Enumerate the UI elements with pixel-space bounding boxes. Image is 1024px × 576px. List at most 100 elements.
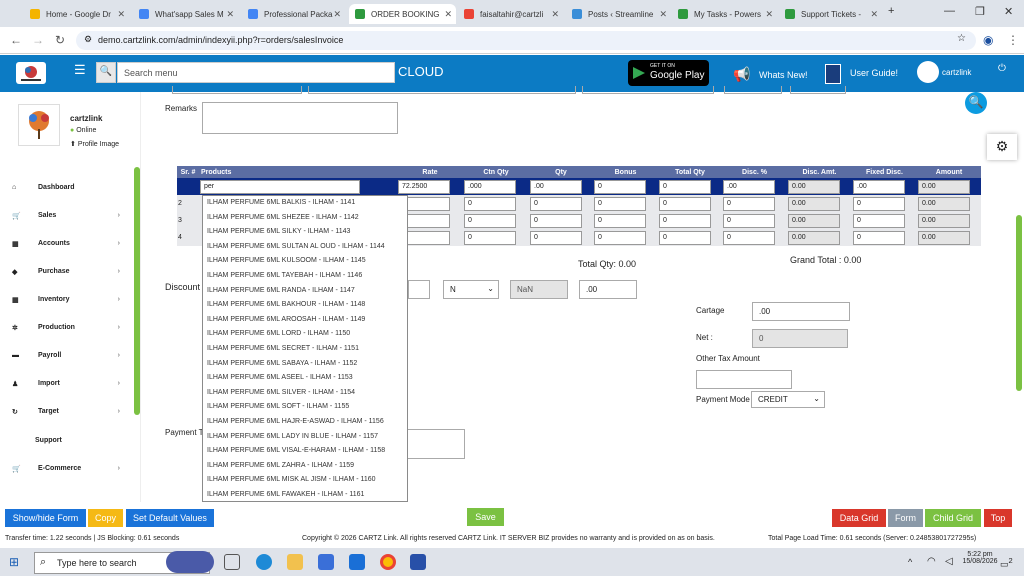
total-qty-input[interactable]: 0	[659, 213, 711, 228]
close-icon[interactable]: ✕	[765, 9, 773, 20]
cartage-field[interactable]: .00	[752, 302, 850, 321]
total-qty-input[interactable]: 0	[659, 179, 711, 194]
autocomplete-item[interactable]: ILHAM PERFUME 6ML FAWAKEH - ILHAM - 1161	[203, 488, 407, 501]
page-scrollbar[interactable]	[1016, 215, 1022, 391]
sidebar-item-payroll[interactable]: ▬ Payroll ›	[12, 352, 120, 359]
ctn-qty-input[interactable]: 0	[464, 196, 516, 211]
minimize-button[interactable]: —	[944, 5, 955, 17]
disc-pct-input[interactable]: 0	[723, 213, 775, 228]
autocomplete-item[interactable]: ILHAM PERFUME 6ML MISK AL JISM - ILHAM -…	[203, 473, 407, 488]
payment-terms-textarea[interactable]	[400, 429, 465, 459]
payment-mode-select[interactable]: CREDIT ⌄	[751, 391, 825, 408]
edge-icon[interactable]	[256, 554, 272, 570]
notification-icon[interactable]: ▭2	[1000, 556, 1013, 570]
task-view-icon[interactable]	[224, 554, 240, 570]
total-qty-input[interactable]: 0	[659, 196, 711, 211]
autocomplete-item[interactable]: ILHAM PERFUME 6ML SHEZEE - ILHAM - 1142	[203, 211, 407, 226]
bonus-input[interactable]: 0	[594, 179, 646, 194]
volume-icon[interactable]: ◁	[945, 556, 953, 567]
reload-icon[interactable]: ↻	[55, 33, 65, 47]
autocomplete-item[interactable]: ILHAM PERFUME 6ML LORD - ILHAM - 1150	[203, 327, 407, 342]
autocomplete-item[interactable]: ILHAM PERFUME 6ML LADY IN BLUE - ILHAM -…	[203, 430, 407, 445]
bonus-input[interactable]: 0	[594, 230, 646, 245]
url-field[interactable]: ⚙ demo.cartzlink.com/admin/indexyii.php?…	[76, 31, 976, 50]
profile-icon[interactable]: ◉	[983, 33, 993, 47]
autocomplete-item[interactable]: ILHAM PERFUME 6ML BALKIS - ILHAM - 1141	[203, 196, 407, 211]
autocomplete-item[interactable]: ILHAM PERFUME 6ML VISAL-E-HARAM - ILHAM …	[203, 444, 407, 459]
autocomplete-item[interactable]: ILHAM PERFUME 6ML BAKHOUR - ILHAM - 1148	[203, 298, 407, 313]
tab-order-booking[interactable]: ORDER BOOKING ✕	[349, 4, 456, 24]
tab-gmail[interactable]: faisaltahir@cartzli ✕	[458, 4, 563, 24]
total-qty-input[interactable]: 0	[659, 230, 711, 245]
search-highlight-image[interactable]	[166, 551, 214, 573]
search-fab-icon[interactable]: 🔍	[965, 92, 987, 114]
autocomplete-item[interactable]: ILHAM PERFUME 6ML ZAHRA - ILHAM - 1159	[203, 459, 407, 474]
sidebar-item-sales[interactable]: 🛒 Sales ›	[12, 212, 120, 220]
sidebar-item-production[interactable]: ✲ Production ›	[12, 324, 120, 332]
sidebar-item-import[interactable]: ♟ Import ›	[12, 380, 120, 388]
autocomplete-item[interactable]: ILHAM PERFUME 6ML RANDA - ILHAM - 1147	[203, 284, 407, 299]
profile-image-link[interactable]: ⬆ Profile Image	[70, 140, 119, 148]
outlook-icon[interactable]	[349, 554, 365, 570]
autocomplete-item[interactable]: ILHAM PERFUME 6ML SABAYA - ILHAM - 1152	[203, 357, 407, 372]
form-button[interactable]: Form	[888, 509, 923, 527]
field-top-5[interactable]	[790, 86, 846, 94]
qty-input[interactable]: .00	[530, 179, 582, 194]
store-icon[interactable]	[318, 554, 334, 570]
close-icon[interactable]: ✕	[444, 9, 452, 20]
tab-my-tasks[interactable]: My Tasks - Powers ✕	[672, 4, 777, 24]
bonus-input[interactable]: 0	[594, 196, 646, 211]
fixed-disc-input[interactable]: 0	[853, 213, 905, 228]
tab-whatsapp-sales[interactable]: What'sapp Sales M ✕	[133, 4, 238, 24]
product-input[interactable]: per	[200, 179, 360, 194]
hamburger-menu-icon[interactable]: ☰	[74, 62, 86, 78]
autocomplete-item[interactable]: ILHAM PERFUME 6ML HAJR-E-ASWAD - ILHAM -…	[203, 415, 407, 430]
close-icon[interactable]: ✕	[659, 9, 667, 20]
save-button[interactable]: Save	[467, 508, 504, 526]
clock[interactable]: 5:22 pm 15/08/2026	[957, 551, 1003, 565]
other-tax-field[interactable]	[696, 370, 792, 389]
tab-professional-package[interactable]: Professional Packa ✕	[242, 4, 345, 24]
sidebar-scrollbar[interactable]	[134, 167, 140, 415]
whats-new-link[interactable]: Whats New!	[759, 70, 808, 80]
autocomplete-item[interactable]: ILHAM PERFUME 6ML TAYEBAH - ILHAM - 1146	[203, 269, 407, 284]
tab-google-drive[interactable]: Home - Google Dr ✕	[24, 4, 129, 24]
ctn-qty-input[interactable]: 0	[464, 213, 516, 228]
rate-input[interactable]: 72.2500	[398, 179, 450, 194]
disc-pct-input[interactable]: 0	[723, 196, 775, 211]
top-button[interactable]: Top	[984, 509, 1012, 527]
user-avatar[interactable]	[917, 61, 939, 83]
site-info-icon[interactable]: ⚙	[84, 34, 92, 45]
settings-gear-icon[interactable]: ⚙	[987, 134, 1017, 160]
autocomplete-item[interactable]: ILHAM PERFUME 6ML ASEEL - ILHAM - 1153	[203, 371, 407, 386]
ctn-qty-input[interactable]: 0	[464, 230, 516, 245]
chrome-icon[interactable]	[380, 554, 396, 570]
close-icon[interactable]: ✕	[117, 9, 125, 20]
disc-pct-input[interactable]: 0	[723, 230, 775, 245]
fixed-disc-input[interactable]: 0	[853, 230, 905, 245]
discount-type-select[interactable]: N ⌄	[443, 280, 499, 299]
search-menu-input[interactable]: Search menu	[117, 62, 395, 83]
power-icon[interactable]: ⏻	[998, 63, 1006, 74]
child-grid-button[interactable]: Child Grid	[925, 509, 981, 527]
discount-field[interactable]	[408, 280, 430, 299]
close-icon[interactable]: ✕	[551, 9, 559, 20]
close-icon[interactable]: ✕	[870, 9, 878, 20]
new-tab-button[interactable]: +	[888, 5, 894, 17]
fixed-disc-input[interactable]: .00	[853, 179, 905, 194]
data-grid-button[interactable]: Data Grid	[832, 509, 886, 527]
header-username[interactable]: cartzlink	[942, 68, 971, 77]
restore-button[interactable]: ❐	[975, 5, 985, 18]
qty-input[interactable]: 0	[530, 213, 582, 228]
sidebar-item-inventory[interactable]: ▦ Inventory ›	[12, 296, 120, 304]
show-hide-form-button[interactable]: Show/hide Form	[5, 509, 86, 527]
autocomplete-item[interactable]: ILHAM PERFUME 6ML AROOSAH - ILHAM - 1149	[203, 313, 407, 328]
sidebar-item-ecommerce[interactable]: 🛒 E-Commerce ›	[12, 465, 120, 473]
autocomplete-item[interactable]: ILHAM PERFUME 6ML SOFT - ILHAM - 1155	[203, 400, 407, 415]
fixed-disc-input[interactable]: 0	[853, 196, 905, 211]
tray-chevron-icon[interactable]: ^	[908, 557, 912, 567]
file-explorer-icon[interactable]	[287, 554, 303, 570]
bookmark-star-icon[interactable]: ☆	[957, 33, 966, 44]
forward-icon[interactable]: →	[32, 33, 44, 47]
google-play-button[interactable]: GET IT ON Google Play	[628, 60, 709, 86]
